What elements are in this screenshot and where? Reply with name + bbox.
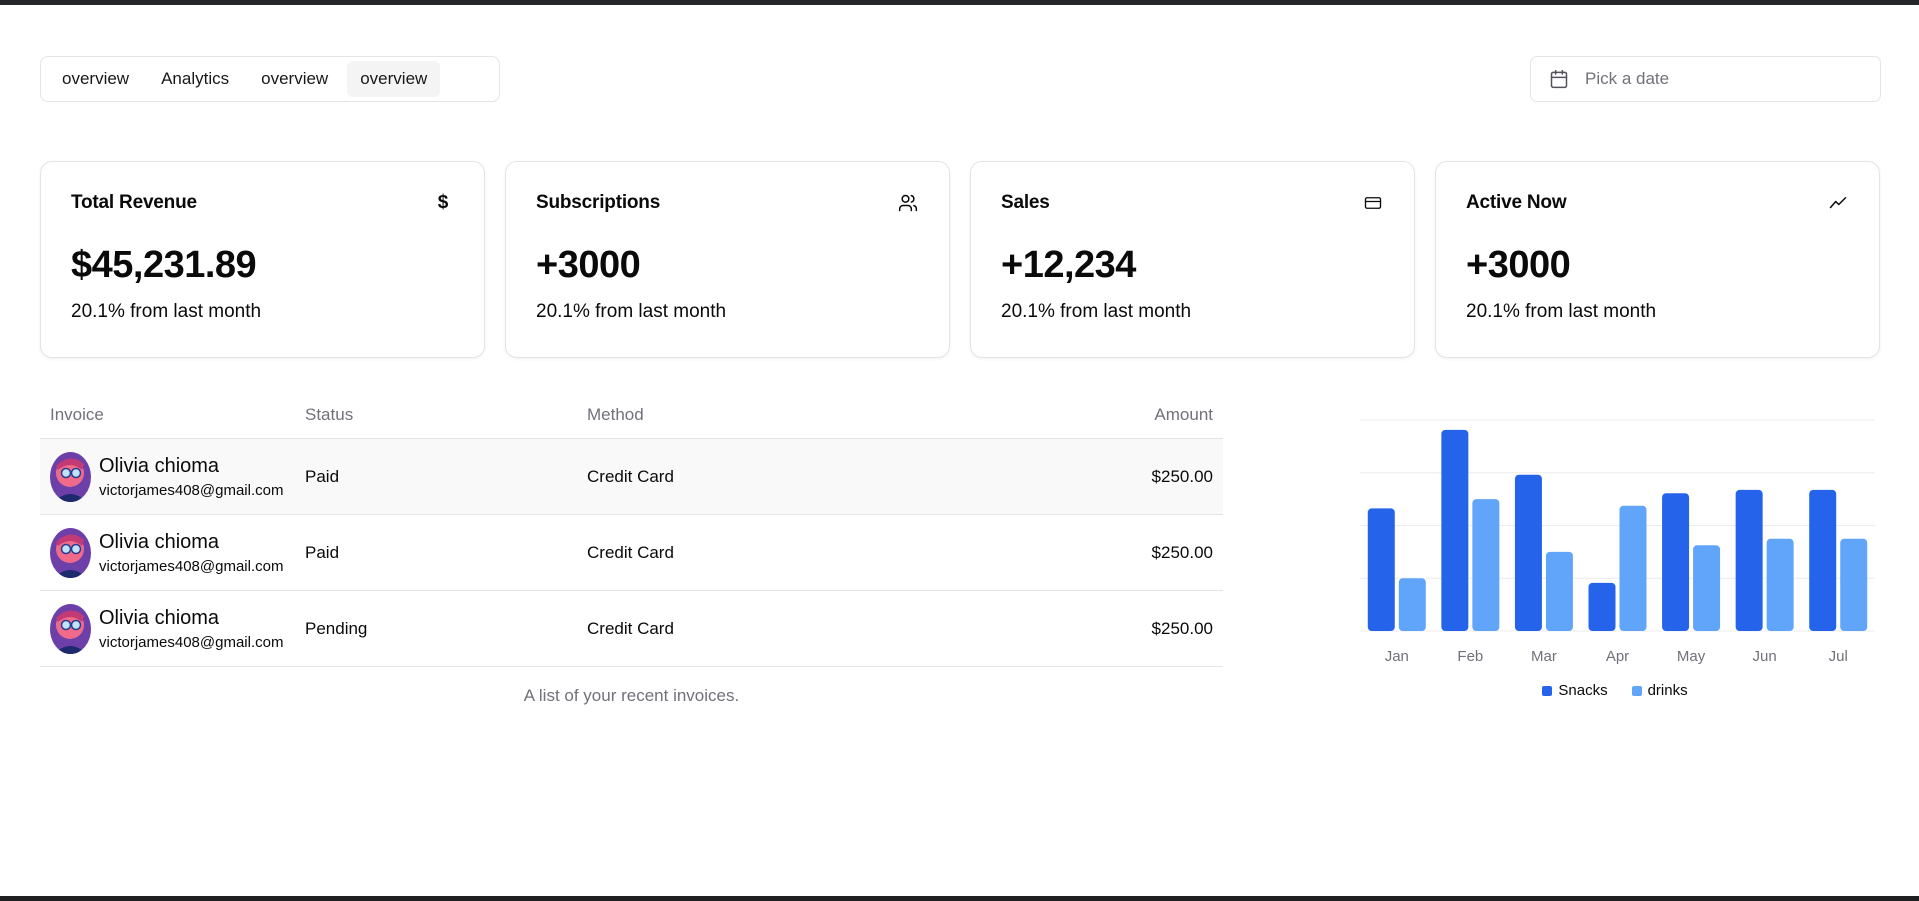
window-bottom-strip	[0, 896, 1919, 901]
table-caption: A list of your recent invoices.	[523, 686, 740, 705]
method-cell: Credit Card	[587, 466, 674, 486]
status-cell: Pending	[305, 618, 368, 638]
x-tick-label: Jul	[1829, 648, 1848, 665]
card-total-revenue: Total Revenue $ $45,231.89 20.1% from la…	[40, 161, 485, 358]
bar-chart: Jan Feb Mar Apr May Jun Jul Snacks drinks	[1350, 405, 1880, 715]
status-cell: Paid	[305, 466, 340, 486]
bar-snacks-jun[interactable]	[1735, 489, 1763, 631]
customer-name: Olivia chioma	[99, 607, 220, 629]
bar-chart-svg: Jan Feb Mar Apr May Jun Jul	[1360, 419, 1875, 665]
card-subscriptions: Subscriptions +3000 20.1% from last mont…	[505, 161, 950, 358]
amount-cell: $250.00	[1151, 618, 1213, 638]
avatar	[50, 527, 91, 578]
legend-swatch-snacks	[1542, 685, 1553, 696]
bar-drinks-apr[interactable]	[1619, 505, 1647, 631]
card-sales: Sales +12,234 20.1% from last month	[970, 161, 1415, 358]
customer-name: Olivia chioma	[99, 531, 220, 553]
chart-legend: Snacks drinks	[1350, 682, 1880, 699]
date-picker-placeholder: Pick a date	[1585, 69, 1670, 88]
bar-snacks-may[interactable]	[1662, 493, 1690, 631]
tab-overview-1[interactable]: overview	[49, 61, 142, 97]
x-tick-label: Mar	[1531, 648, 1557, 665]
credit-card-icon	[1362, 192, 1384, 214]
bar-snacks-apr[interactable]	[1588, 582, 1616, 631]
customer-email: victorjames408@gmail.com	[99, 634, 284, 651]
invoice-table: Invoice Status Method Amount Olivia chio…	[40, 392, 1223, 667]
legend-label-snacks: Snacks	[1558, 682, 1608, 699]
customer-name: Olivia chioma	[99, 455, 220, 477]
bar-snacks-mar[interactable]	[1514, 474, 1542, 631]
table-row[interactable]: Olivia chioma victorjames408@gmail.com P…	[40, 591, 1223, 667]
bar-snacks-jul[interactable]	[1809, 489, 1837, 631]
bar-drinks-jan[interactable]	[1398, 578, 1426, 631]
table-header-row: Invoice Status Method Amount	[40, 392, 1223, 439]
card-value: $45,231.89	[71, 244, 257, 286]
bar-drinks-may[interactable]	[1693, 545, 1721, 631]
card-title: Subscriptions	[536, 192, 661, 213]
x-tick-label: Jan	[1385, 648, 1409, 665]
table-row[interactable]: Olivia chioma victorjames408@gmail.com P…	[40, 439, 1223, 515]
legend-label-drinks: drinks	[1647, 682, 1688, 699]
bar-drinks-jul[interactable]	[1840, 538, 1868, 631]
customer-email: victorjames408@gmail.com	[99, 558, 284, 575]
card-title: Sales	[1001, 192, 1050, 213]
header-method: Method	[587, 405, 644, 424]
bar-drinks-feb[interactable]	[1472, 499, 1500, 631]
avatar	[50, 603, 91, 654]
card-subtext: 20.1% from last month	[536, 301, 727, 322]
card-value: +3000	[1466, 244, 1571, 286]
x-tick-label: Feb	[1457, 648, 1483, 665]
amount-cell: $250.00	[1151, 466, 1213, 486]
activity-icon	[1827, 192, 1849, 214]
card-active-now: Active Now +3000 20.1% from last month	[1435, 161, 1880, 358]
avatar	[50, 451, 91, 502]
card-value: +3000	[536, 244, 641, 286]
x-tick-label: Jun	[1753, 648, 1777, 665]
customer-email: victorjames408@gmail.com	[99, 482, 284, 499]
header-amount: Amount	[1154, 405, 1213, 424]
header-invoice: Invoice	[50, 405, 104, 424]
calendar-icon	[1549, 69, 1569, 89]
legend-item-snacks: Snacks	[1542, 682, 1608, 699]
amount-cell: $250.00	[1151, 542, 1213, 562]
x-tick-label: May	[1677, 648, 1706, 665]
card-subtext: 20.1% from last month	[1466, 301, 1657, 322]
legend-item-drinks: drinks	[1631, 682, 1688, 699]
bar-drinks-mar[interactable]	[1545, 551, 1573, 631]
date-picker-button[interactable]: Pick a date	[1530, 56, 1881, 102]
card-title: Total Revenue	[71, 192, 197, 213]
header-status: Status	[305, 405, 354, 424]
bar-snacks-feb[interactable]	[1441, 429, 1469, 631]
tab-overview-3[interactable]: overview	[347, 61, 441, 97]
card-subtext: 20.1% from last month	[1001, 301, 1192, 322]
method-cell: Credit Card	[587, 618, 674, 638]
card-title: Active Now	[1466, 192, 1567, 213]
bar-snacks-jan[interactable]	[1367, 508, 1395, 631]
legend-swatch-drinks	[1631, 685, 1642, 696]
users-icon	[897, 192, 919, 214]
table-row[interactable]: Olivia chioma victorjames408@gmail.com P…	[40, 515, 1223, 591]
x-tick-label: Apr	[1606, 648, 1629, 665]
bar-drinks-jun[interactable]	[1766, 538, 1794, 631]
status-cell: Paid	[305, 542, 340, 562]
tab-overview-2[interactable]: overview	[248, 61, 341, 97]
tab-analytics[interactable]: Analytics	[148, 61, 242, 97]
method-cell: Credit Card	[587, 542, 674, 562]
card-value: +12,234	[1001, 244, 1136, 286]
tab-list: overview Analytics overview overview	[40, 56, 500, 102]
window-top-strip	[0, 0, 1919, 5]
card-subtext: 20.1% from last month	[71, 301, 262, 322]
dollar-icon: $	[437, 192, 449, 213]
